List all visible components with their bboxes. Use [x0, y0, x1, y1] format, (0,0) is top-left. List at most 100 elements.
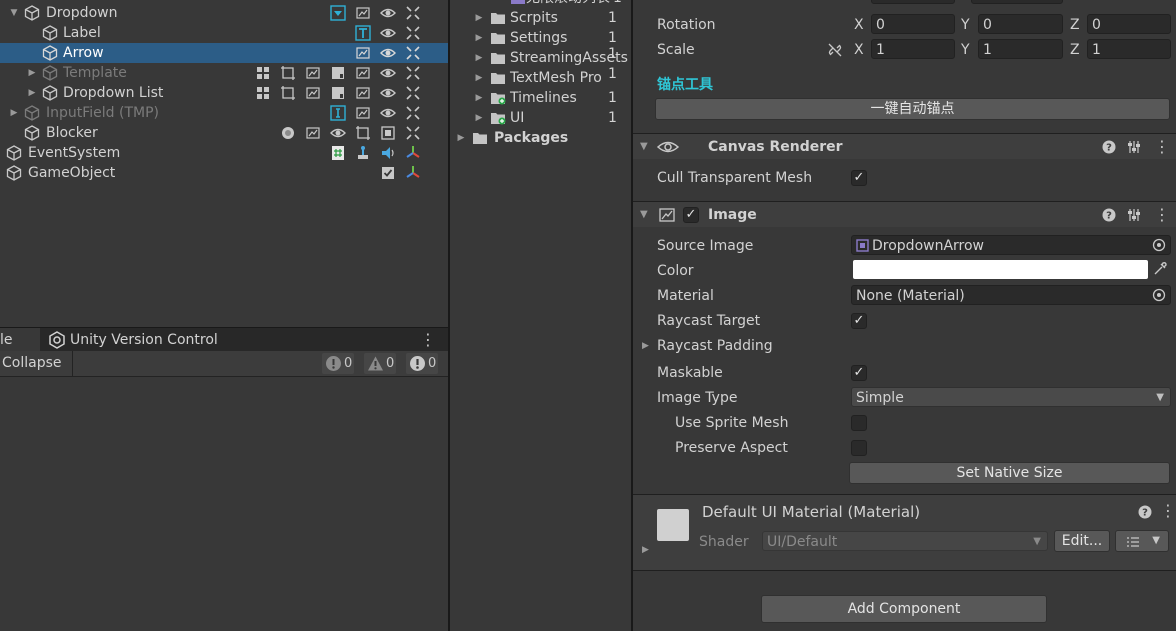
add-component-button[interactable]: Add Component: [761, 595, 1047, 623]
scale-x-axis[interactable]: X: [854, 40, 864, 60]
dropdown-component-icon[interactable]: [330, 5, 346, 21]
edit-shader-button[interactable]: Edit...: [1054, 530, 1110, 552]
component-menu-icon[interactable]: ⋮: [1154, 202, 1170, 228]
position-y-field[interactable]: [871, 0, 955, 4]
project-folder-timelines[interactable]: ▶ Timelines 1: [450, 88, 631, 108]
hierarchy-item-gameobject[interactable]: GameObject: [0, 163, 448, 183]
color-swatch[interactable]: [853, 260, 1148, 279]
pickable-hand-icon[interactable]: [405, 25, 421, 41]
raycast-padding-label[interactable]: Raycast Padding: [657, 336, 773, 356]
object-picker-icon[interactable]: [1152, 288, 1166, 302]
project-packages[interactable]: ▶ Packages: [450, 128, 631, 148]
material-field[interactable]: None (Material): [851, 285, 1171, 305]
component-menu-icon[interactable]: ⋮: [1154, 134, 1170, 160]
material-fold-icon[interactable]: ▶: [642, 540, 649, 560]
presets-icon[interactable]: [1127, 140, 1141, 154]
maskable-checkbox[interactable]: ✓: [851, 365, 867, 381]
component-menu-icon[interactable]: ⋮: [1160, 499, 1176, 523]
info-count-toggle[interactable]: 0: [322, 353, 355, 374]
rotation-y-field[interactable]: 0: [978, 14, 1063, 34]
position-z-field[interactable]: [971, 0, 1063, 4]
shader-options-dropdown[interactable]: ▼: [1115, 530, 1169, 552]
fold-arrow-icon[interactable]: ▼: [8, 3, 20, 23]
pickable-hand-icon[interactable]: [405, 125, 421, 141]
hierarchy-item-blocker[interactable]: Blocker: [0, 123, 448, 143]
fold-arrow-icon[interactable]: ▶: [474, 48, 484, 68]
scale-z-axis[interactable]: Z: [1070, 40, 1080, 60]
project-folder-scrpits[interactable]: ▶ Scrpits 1: [450, 8, 631, 28]
foldout-arrow-icon[interactable]: ▼: [640, 202, 648, 228]
canvas-renderer-header[interactable]: ▼ Canvas Renderer ? ⋮: [633, 133, 1176, 159]
pickable-hand-icon[interactable]: [405, 85, 421, 101]
use-sprite-mesh-checkbox[interactable]: [851, 415, 867, 431]
rotation-z-axis[interactable]: Z: [1070, 15, 1080, 35]
fold-arrow-icon[interactable]: ▶: [26, 63, 38, 83]
input-field-component-icon[interactable]: [330, 105, 346, 121]
help-icon[interactable]: ?: [1138, 505, 1152, 519]
hierarchy-item-dropdown-list[interactable]: ▶ Dropdown List: [0, 83, 448, 103]
pickable-hand-icon[interactable]: [405, 65, 421, 81]
source-image-field[interactable]: DropdownArrow: [851, 235, 1171, 255]
warning-count-toggle[interactable]: 0: [364, 353, 397, 374]
project-folder-ui[interactable]: ▶ UI 1: [450, 108, 631, 128]
auto-anchor-button[interactable]: 一键自动锚点: [655, 98, 1170, 120]
hierarchy-item-dropdown[interactable]: ▼ Dropdown: [0, 3, 448, 23]
rotation-z-field[interactable]: 0: [1087, 14, 1171, 34]
fold-arrow-icon[interactable]: ▶: [474, 68, 484, 88]
cull-transparent-mesh-checkbox[interactable]: ✓: [851, 170, 867, 186]
shader-dropdown[interactable]: UI/Default ▼: [762, 531, 1048, 551]
fold-arrow-icon[interactable]: ▶: [26, 83, 38, 103]
visibility-eye-icon[interactable]: [380, 45, 396, 61]
visibility-eye-icon[interactable]: [380, 25, 396, 41]
error-count-toggle[interactable]: 0: [406, 353, 439, 374]
project-folder-settings[interactable]: ▶ Settings 1: [450, 28, 631, 48]
more-options-icon[interactable]: ⋮: [420, 329, 436, 351]
rotation-y-axis[interactable]: Y: [961, 15, 970, 35]
constrain-proportions-link-icon[interactable]: [827, 42, 843, 58]
pickable-hand-icon[interactable]: [405, 5, 421, 21]
rotation-x-axis[interactable]: X: [854, 15, 864, 35]
image-component-icon[interactable]: [355, 45, 371, 61]
preserve-aspect-checkbox[interactable]: [851, 440, 867, 456]
hierarchy-item-arrow[interactable]: Arrow: [0, 43, 448, 63]
fold-arrow-icon[interactable]: ▶: [8, 103, 20, 123]
project-item-partial[interactable]: 无限滚动列表 1: [450, 0, 631, 8]
pickable-hand-icon[interactable]: [405, 105, 421, 121]
fold-arrow-icon[interactable]: ▶: [474, 8, 484, 28]
scale-y-axis[interactable]: Y: [961, 40, 970, 60]
rotation-x-field[interactable]: 0: [871, 14, 955, 34]
raycast-padding-fold-icon[interactable]: ▶: [642, 336, 649, 356]
hierarchy-item-inputfield[interactable]: ▶ InputField (TMP): [0, 103, 448, 123]
visibility-eye-icon[interactable]: [380, 105, 396, 121]
project-folder-streamingassets[interactable]: ▶ StreamingAssets 1: [450, 46, 631, 68]
hierarchy-item-label-object[interactable]: Label: [0, 23, 448, 43]
hierarchy-item-template[interactable]: ▶ Template: [0, 63, 448, 83]
fold-arrow-icon[interactable]: ▶: [456, 128, 466, 148]
eyedropper-icon[interactable]: [1152, 261, 1168, 277]
visibility-eye-icon[interactable]: [380, 5, 396, 21]
scale-y-field[interactable]: 1: [978, 39, 1063, 59]
image-component-header[interactable]: ▼ ✓ Image ? ⋮: [633, 201, 1176, 227]
scale-x-field[interactable]: 1: [871, 39, 955, 59]
project-folder-textmeshpro[interactable]: ▶ TextMesh Pro 1: [450, 66, 631, 88]
fold-arrow-icon[interactable]: ▶: [474, 28, 484, 48]
tab-unity-version-control[interactable]: Unity Version Control: [42, 328, 224, 352]
image-enabled-checkbox[interactable]: ✓: [683, 207, 699, 223]
fold-arrow-icon[interactable]: ▶: [474, 88, 484, 108]
text-component-icon[interactable]: [355, 25, 371, 41]
image-type-dropdown[interactable]: Simple ▼: [851, 387, 1171, 407]
tab-console[interactable]: le: [0, 328, 40, 352]
help-icon[interactable]: ?: [1102, 140, 1116, 154]
visibility-eye-icon[interactable]: [380, 65, 396, 81]
set-native-size-button[interactable]: Set Native Size: [849, 462, 1170, 484]
hierarchy-item-eventsystem[interactable]: EventSystem: [0, 143, 448, 163]
raycast-target-checkbox[interactable]: ✓: [851, 313, 867, 329]
visibility-eye-icon[interactable]: [380, 85, 396, 101]
fold-arrow-icon[interactable]: ▶: [474, 108, 484, 128]
help-icon[interactable]: ?: [1102, 208, 1116, 222]
foldout-arrow-icon[interactable]: ▼: [640, 134, 648, 160]
scale-z-field[interactable]: 1: [1087, 39, 1171, 59]
object-picker-icon[interactable]: [1152, 238, 1166, 252]
collapse-button[interactable]: Collapse: [0, 351, 73, 376]
pickable-hand-icon[interactable]: [405, 45, 421, 61]
